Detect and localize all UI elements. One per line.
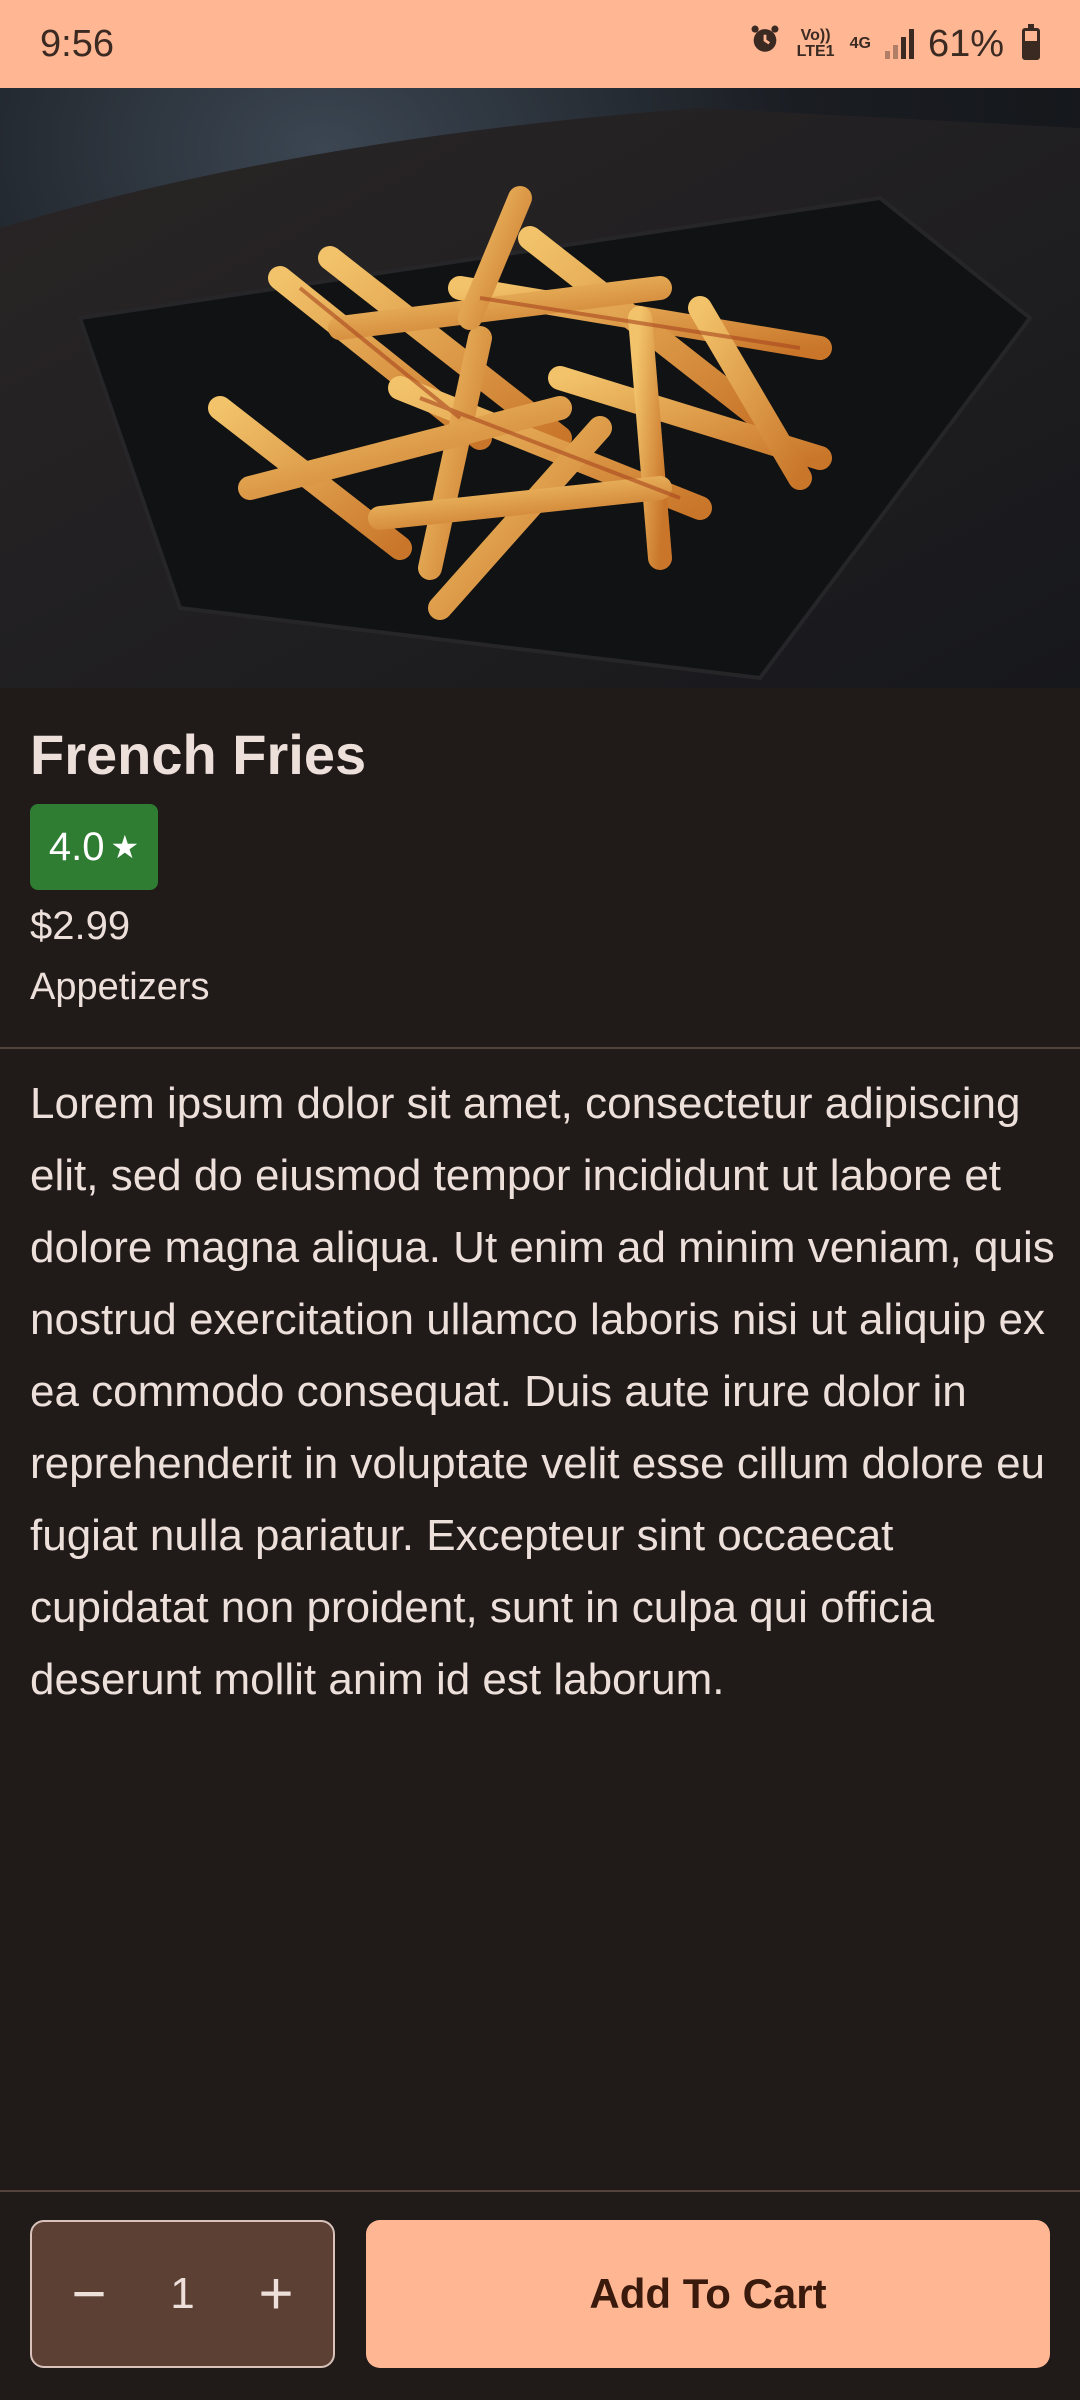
status-bar: 9:56 Vo)) LTE1 4G 61%	[0, 0, 1080, 88]
battery-fill	[1025, 41, 1037, 57]
network-4g-indicator: 4G	[849, 35, 871, 52]
product-title: French Fries	[30, 723, 367, 786]
rating-value: 4.0	[48, 824, 105, 869]
product-price: $2.99	[30, 904, 131, 948]
increment-button[interactable]: +	[241, 2259, 311, 2329]
status-time: 9:56	[40, 22, 114, 65]
battery-icon	[1022, 24, 1040, 60]
add-to-cart-button[interactable]: Add To Cart	[366, 2220, 1050, 2368]
status-icons: Vo)) LTE1 4G 61%	[748, 22, 1040, 66]
product-category: Appetizers	[30, 966, 210, 1008]
quantity-stepper: − 1 +	[30, 2220, 335, 2368]
product-description: Lorem ipsum dolor sit amet, consectetur …	[30, 1079, 1055, 1704]
bottom-bar-divider	[0, 2190, 1080, 2192]
rating-badge: 4.0 ★	[30, 804, 158, 890]
quantity-value: 1	[170, 2269, 195, 2318]
decrement-button[interactable]: −	[54, 2259, 124, 2329]
product-detail-screen: 9:56 Vo)) LTE1 4G 61% French Fries 4.0 ★…	[0, 0, 1080, 2400]
battery-percent: 61%	[927, 22, 1004, 65]
volte-indicator: Vo)) LTE1	[796, 27, 835, 60]
french-fries-photo-icon	[0, 108, 1080, 688]
star-icon: ★	[110, 829, 140, 865]
divider	[0, 1047, 1080, 1049]
alarm-icon	[748, 22, 782, 66]
product-image	[0, 88, 1080, 688]
signal-strength-icon	[884, 29, 914, 59]
